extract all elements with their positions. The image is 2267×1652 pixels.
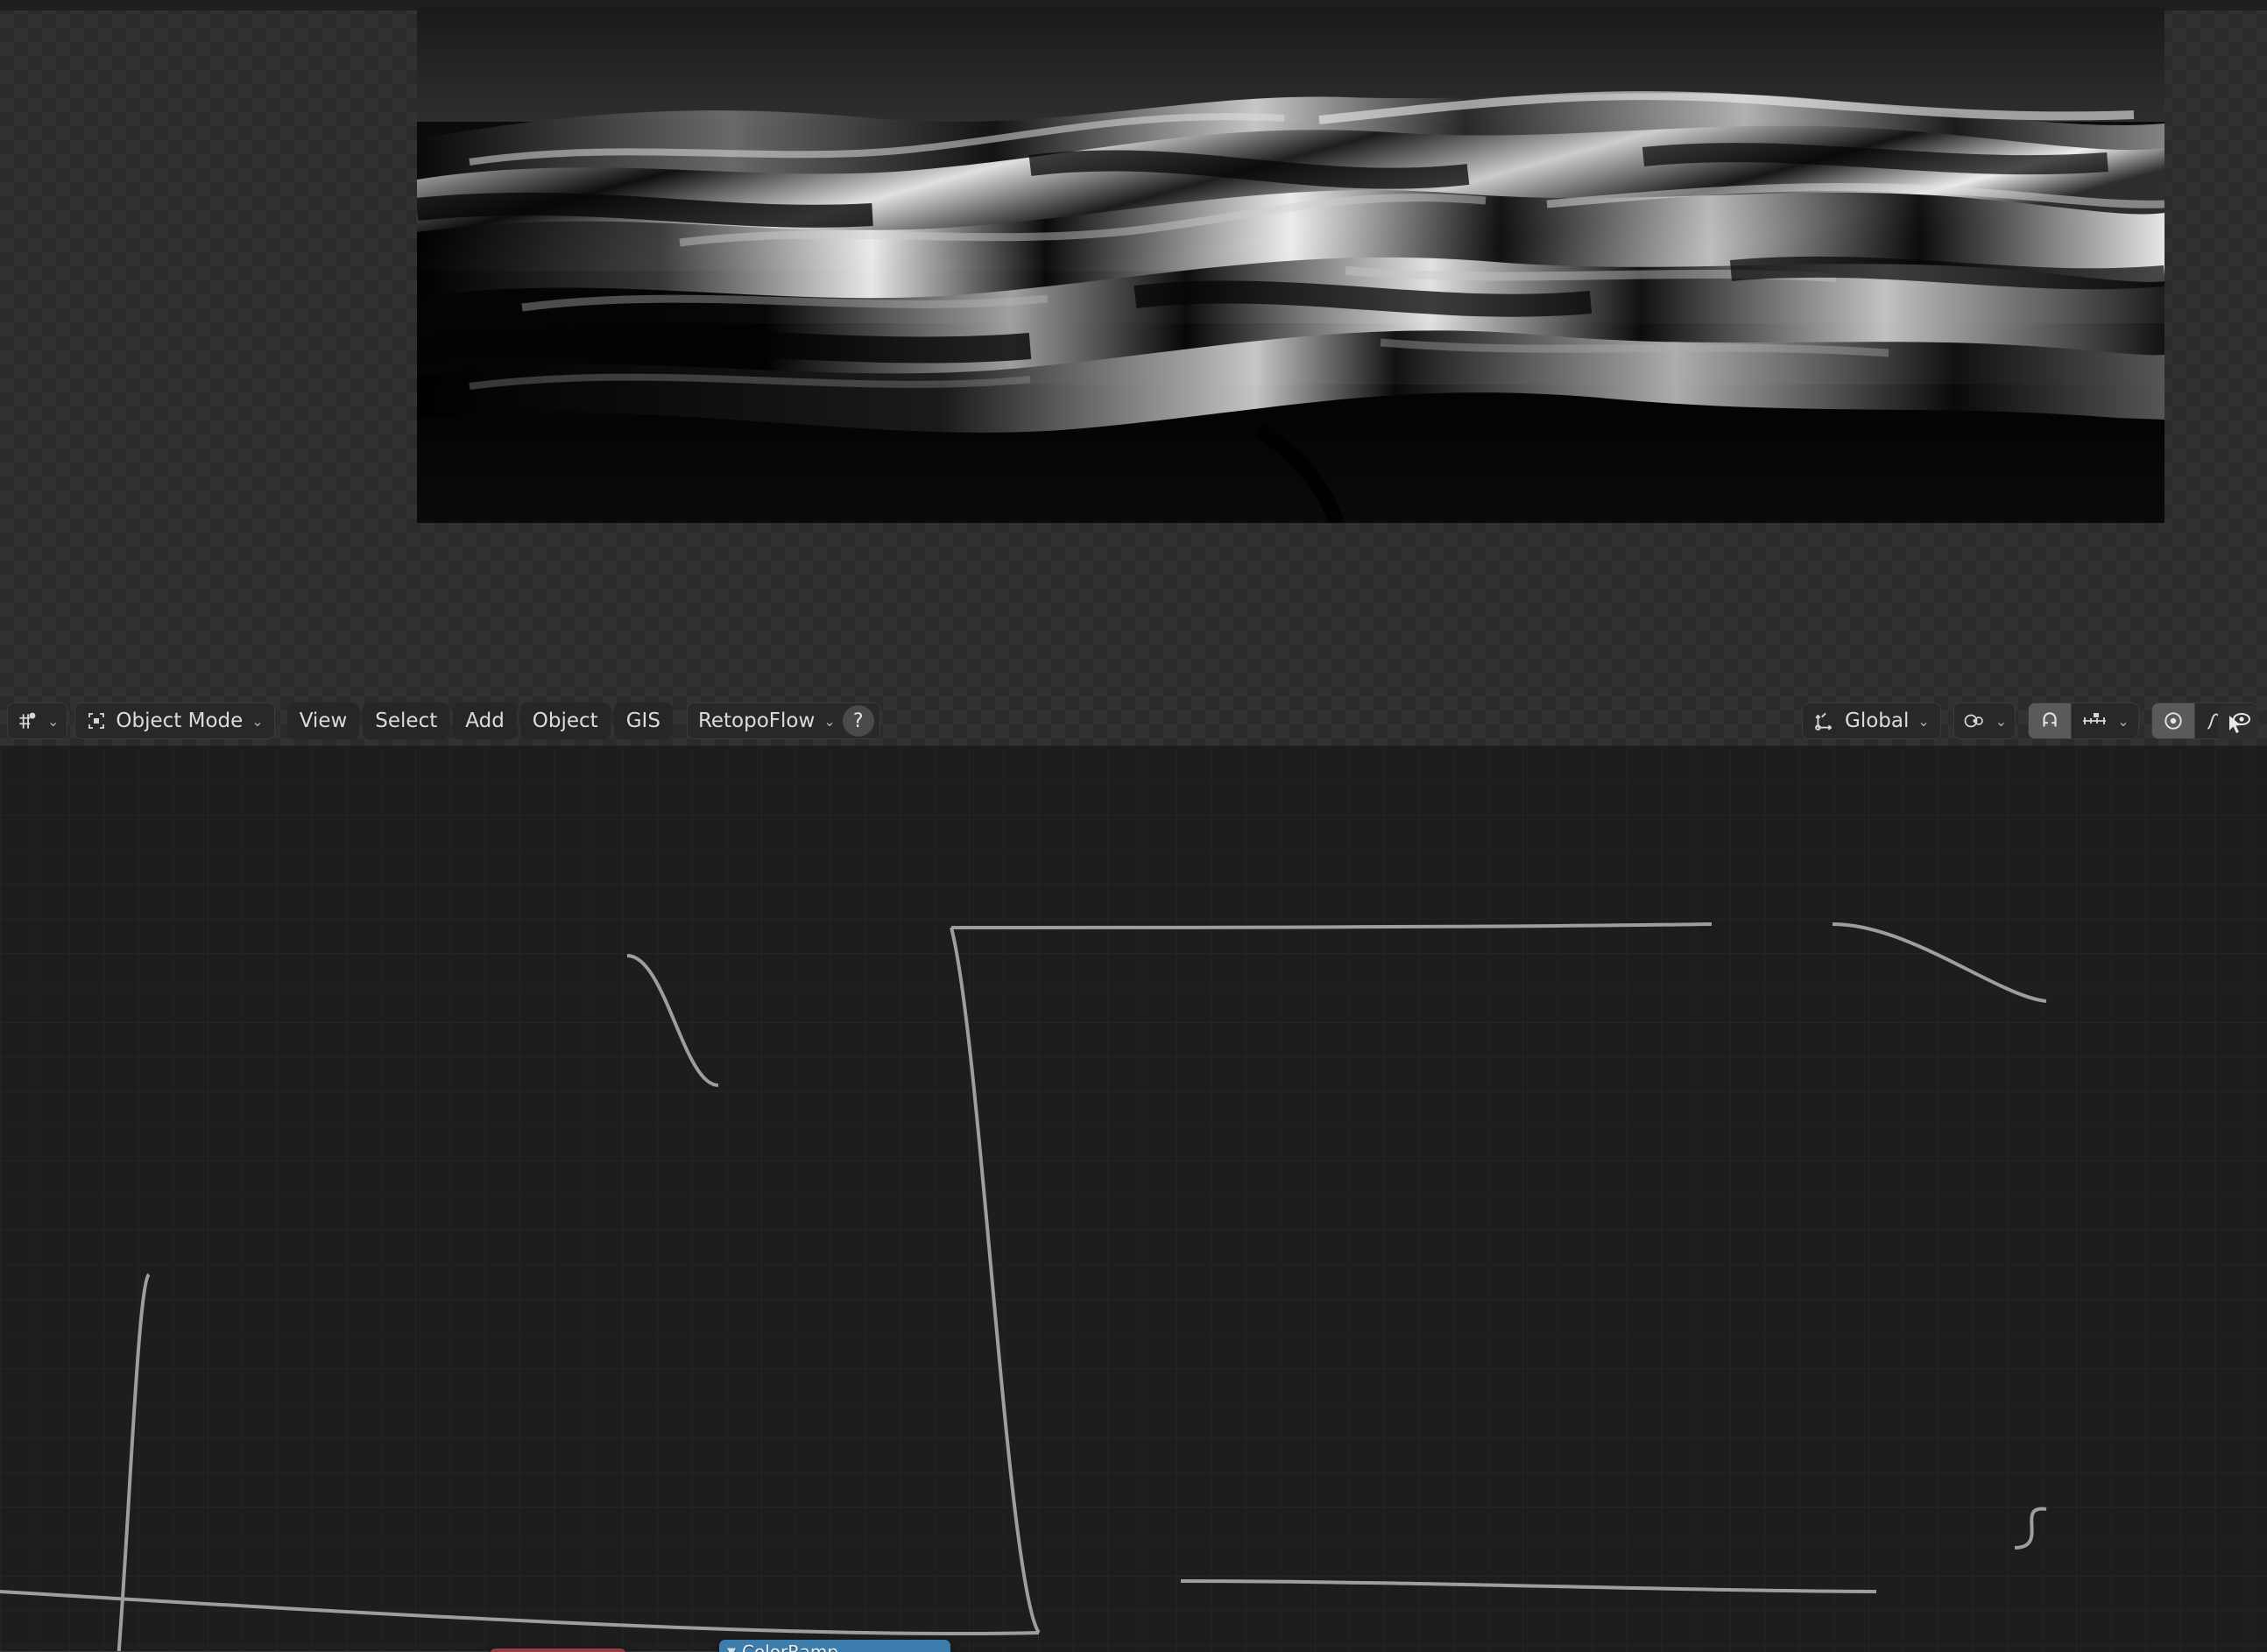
shader-node-editor[interactable]: Frame ▼ Geometry Position Normal Tangent… xyxy=(0,745,2267,1652)
transform-orientation-label: Global xyxy=(1845,710,1910,732)
menu-add[interactable]: Add xyxy=(453,702,517,739)
snap-pivot-group: ⌄ xyxy=(1953,702,2016,739)
node-geometry-header[interactable]: ▼ Geometry xyxy=(490,1648,626,1652)
image-canvas[interactable] xyxy=(417,8,2165,523)
chevron-down-icon: ⌄ xyxy=(1917,712,1930,730)
chevron-down-icon: ⌄ xyxy=(251,712,264,730)
collapse-triangle-icon[interactable]: ▼ xyxy=(727,1646,736,1652)
menu-object[interactable]: Object xyxy=(519,702,611,739)
node-geometry[interactable]: ▼ Geometry Position Normal Tangent True … xyxy=(489,1648,627,1652)
proportional-edit-toggle[interactable] xyxy=(2150,702,2195,739)
transform-orientation-selector[interactable]: Global ⌄ xyxy=(1802,702,1941,739)
chevron-down-icon: ⌄ xyxy=(2117,712,2129,730)
menu-select[interactable]: Select xyxy=(363,702,450,739)
menu-view[interactable]: View xyxy=(286,702,360,739)
blender-window: ⌄ Object Mode ⌄ View Select Add Object G… xyxy=(0,0,2267,1652)
viewport-header: ⌄ Object Mode ⌄ View Select Add Object G… xyxy=(0,696,2267,745)
cursor-eye-button[interactable] xyxy=(2218,706,2258,741)
dune-render-image xyxy=(417,8,2165,523)
chevron-down-icon: ⌄ xyxy=(47,712,60,730)
cursor-eye-icon xyxy=(2229,713,2250,733)
orientation-axes-icon xyxy=(1813,710,1836,732)
editor-type-selector[interactable]: ⌄ xyxy=(7,702,68,739)
snap-toggle[interactable] xyxy=(2028,702,2073,739)
image-editor xyxy=(0,0,2267,701)
pivot-point-selector[interactable]: ⌄ xyxy=(1953,702,2016,739)
object-mode-selector[interactable]: Object Mode ⌄ xyxy=(74,702,275,739)
retopoflow-menu[interactable]: RetopoFlow ⌄ ? xyxy=(686,702,880,739)
retopoflow-text: RetopoFlow xyxy=(697,710,816,732)
node-links xyxy=(0,922,2047,1652)
node-colorramp-header[interactable]: ▼ ColorRamp xyxy=(719,1640,950,1652)
pivot-point-icon xyxy=(1962,710,1987,732)
menu-bar: View Select Add Object GIS xyxy=(286,702,676,739)
mode-group: Object Mode ⌄ xyxy=(74,702,275,739)
menu-gis[interactable]: GIS xyxy=(613,702,673,739)
node-colorramp-title: ColorRamp xyxy=(742,1641,839,1652)
node-colorramp[interactable]: ▼ ColorRamp Color Alpha + − ⌄ xyxy=(718,1639,951,1652)
transform-orientation-group: Global ⌄ xyxy=(1802,702,1941,739)
proportional-edit-icon xyxy=(2161,710,2186,732)
editor-type-group: ⌄ xyxy=(7,702,68,739)
retopoflow-group: RetopoFlow ⌄ ? xyxy=(686,702,880,739)
help-button[interactable]: ? xyxy=(842,705,874,737)
object-mode-label: Object Mode xyxy=(116,710,244,732)
editor-type-icon xyxy=(16,710,39,732)
object-mode-icon xyxy=(86,710,107,731)
snap-increment-icon xyxy=(2080,710,2108,732)
chevron-down-icon: ⌄ xyxy=(1995,712,2008,730)
magnet-icon xyxy=(2037,710,2062,732)
chevron-down-icon: ⌄ xyxy=(823,712,836,730)
snap-group: ⌄ xyxy=(2028,702,2139,739)
snap-target-selector[interactable]: ⌄ xyxy=(2072,702,2139,739)
